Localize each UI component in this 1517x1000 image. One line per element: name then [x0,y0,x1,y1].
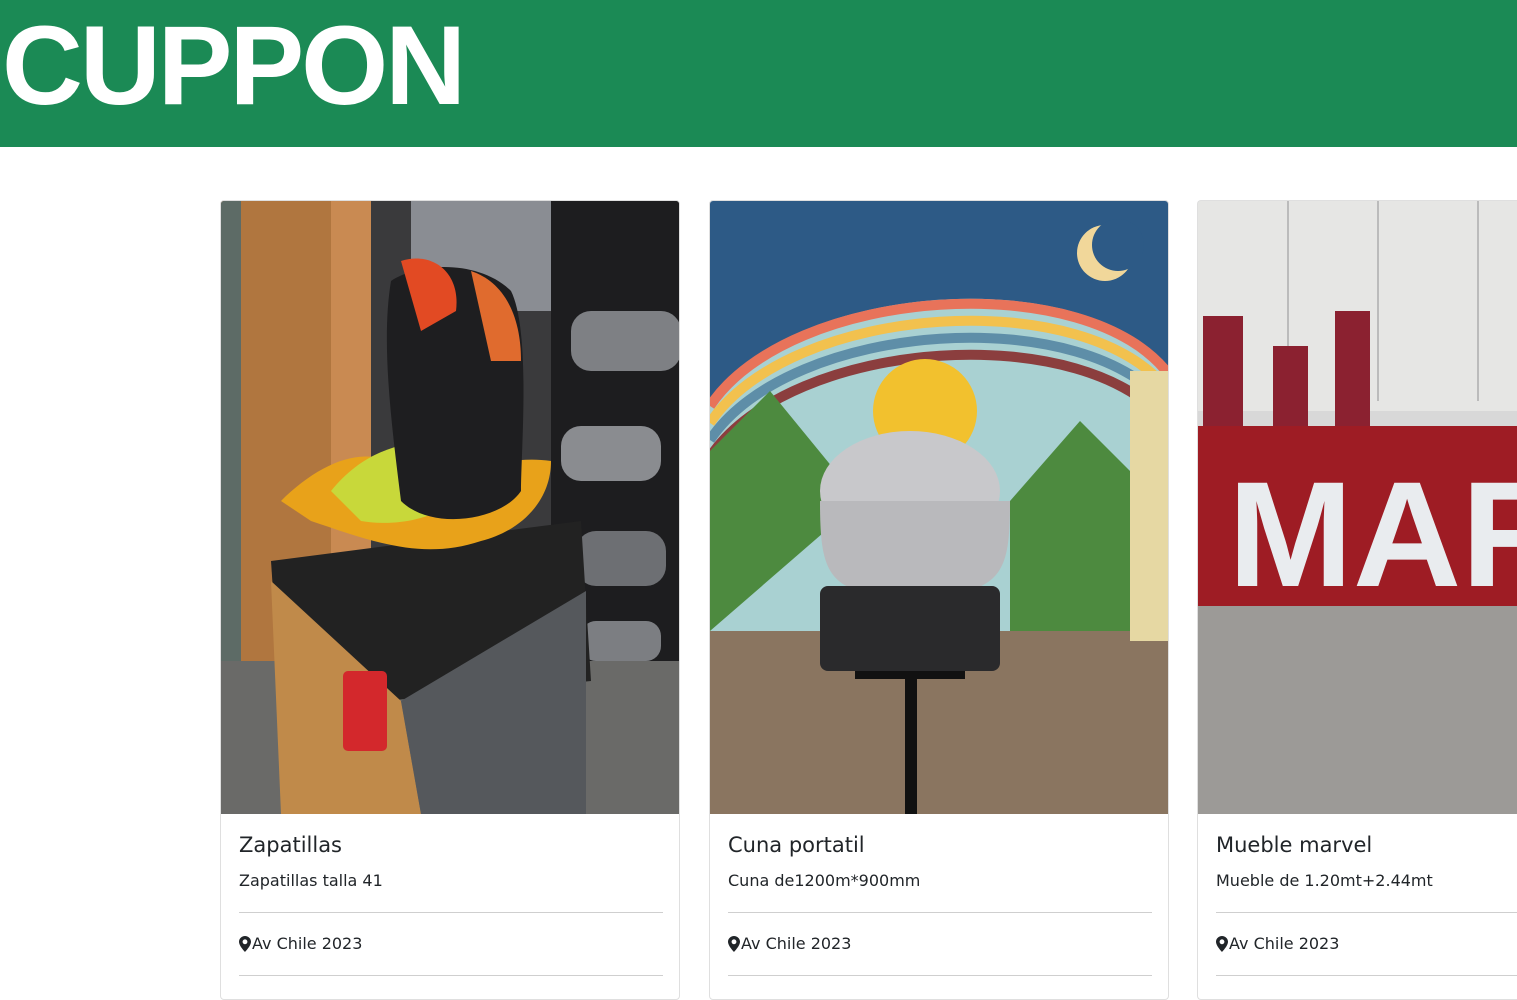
divider [728,975,1152,976]
listing-image-marvel-sign[interactable]: MARVEL [1198,201,1517,814]
listing-description: Zapatillas talla 41 [239,871,383,890]
brand-logo[interactable]: CUPPON [2,6,466,126]
location-label: Av Chile 2023 [1229,934,1340,953]
marvel-sign-text: MARVEL [1228,450,1517,618]
listing-image-sneaker[interactable] [221,201,679,814]
site-header: CUPPON [0,0,1517,147]
location-label: Av Chile 2023 [252,934,363,953]
map-pin-icon [728,935,740,952]
location-label: Av Chile 2023 [741,934,852,953]
listing-location: Av Chile 2023 [239,934,362,953]
listing-card[interactable]: MARVEL Mueble marvel Mueble de 1.20mt+2.… [1197,200,1517,1000]
listing-card[interactable]: Cuna portatil Cuna de1200m*900mm Av Chil… [709,200,1169,1000]
listing-location: Av Chile 2023 [1216,934,1339,953]
listing-title[interactable]: Zapatillas [239,833,342,857]
listing-description: Mueble de 1.20mt+2.44mt [1216,871,1433,890]
listing-image-bassinet[interactable] [710,201,1168,814]
listing-card[interactable]: Zapatillas Zapatillas talla 41 Av Chile … [220,200,680,1000]
divider [728,912,1152,913]
listing-title[interactable]: Cuna portatil [728,833,865,857]
divider [239,912,663,913]
listing-location: Av Chile 2023 [728,934,851,953]
map-pin-icon [1216,935,1228,952]
listing-title[interactable]: Mueble marvel [1216,833,1372,857]
divider [239,975,663,976]
map-pin-icon [239,935,251,952]
listing-description: Cuna de1200m*900mm [728,871,921,890]
divider [1216,912,1517,913]
divider [1216,975,1517,976]
